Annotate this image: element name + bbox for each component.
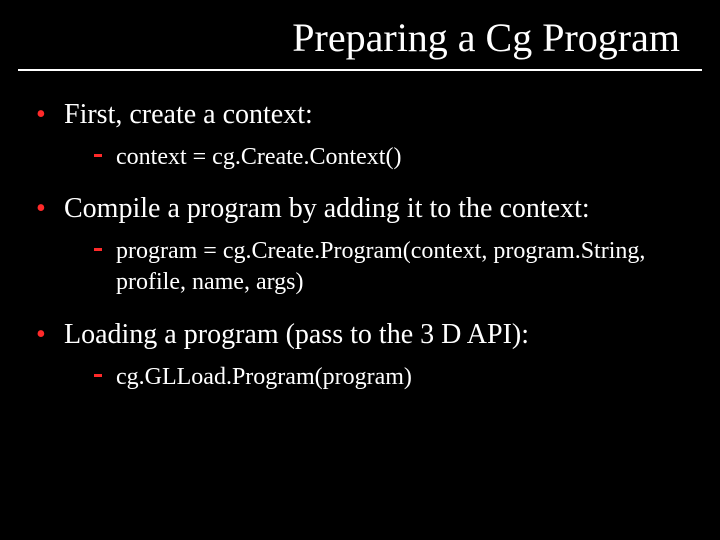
slide-title: Preparing a Cg Program: [0, 0, 720, 69]
sub-bullet-item: cg.GLLoad.Program(program): [90, 362, 690, 393]
bullet-text: Loading a program (pass to the 3 D API):: [64, 319, 529, 350]
bullet-item: Loading a program (pass to the 3 D API):…: [30, 317, 690, 393]
bullet-item: Compile a program by adding it to the co…: [30, 191, 690, 298]
sub-bullet-list: program = cg.Create.Program(context, pro…: [64, 236, 690, 298]
sub-bullet-item: context = cg.Create.Context(): [90, 142, 690, 173]
bullet-item: First, create a context: context = cg.Cr…: [30, 97, 690, 173]
bullet-text: Compile a program by adding it to the co…: [64, 193, 590, 224]
slide-content: First, create a context: context = cg.Cr…: [0, 71, 720, 393]
sub-bullet-text: program = cg.Create.Program(context, pro…: [116, 238, 645, 295]
sub-bullet-list: cg.GLLoad.Program(program): [64, 362, 690, 393]
bullet-text: First, create a context:: [64, 99, 313, 130]
sub-bullet-item: program = cg.Create.Program(context, pro…: [90, 236, 690, 298]
bullet-list: First, create a context: context = cg.Cr…: [30, 97, 690, 393]
sub-bullet-list: context = cg.Create.Context(): [64, 142, 690, 173]
sub-bullet-text: context = cg.Create.Context(): [116, 144, 401, 170]
sub-bullet-text: cg.GLLoad.Program(program): [116, 364, 412, 390]
slide: Preparing a Cg Program First, create a c…: [0, 0, 720, 540]
